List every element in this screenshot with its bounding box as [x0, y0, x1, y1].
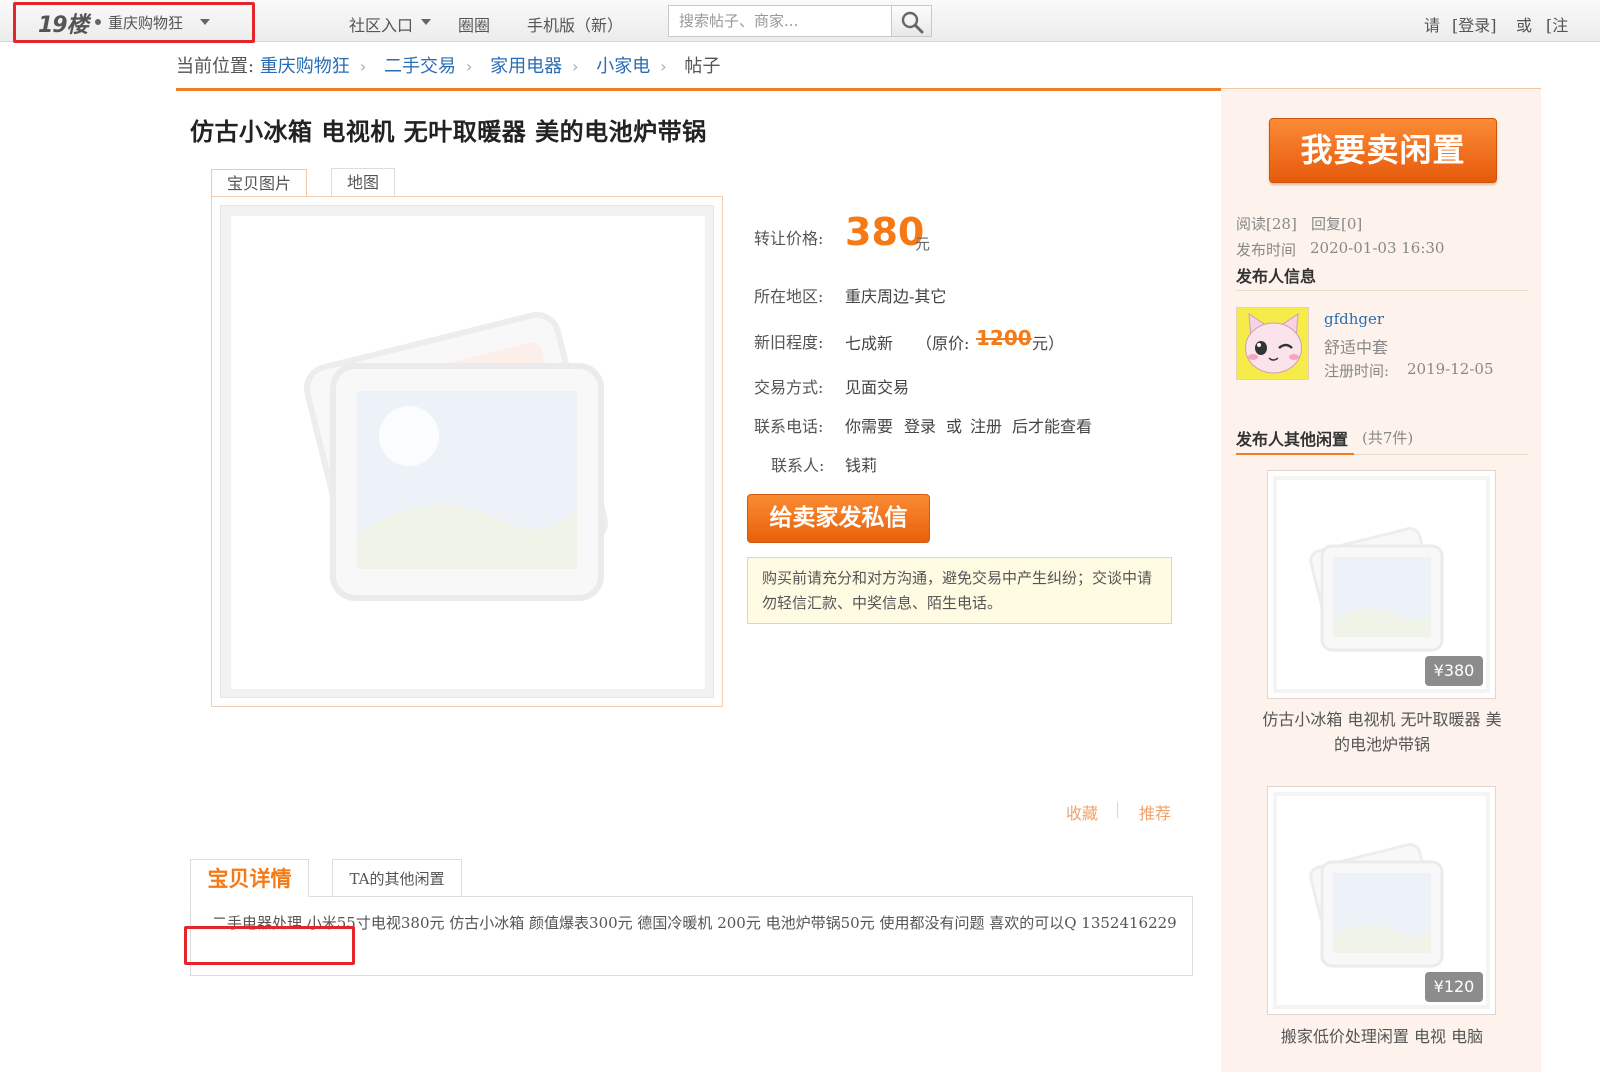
posted-label: 发布时间 — [1236, 241, 1297, 259]
side-item-image[interactable]: ¥380 — [1267, 470, 1496, 699]
phone-register-link[interactable]: 注册 — [970, 413, 1002, 437]
price-unit: 元 — [915, 235, 931, 253]
chevron-right-icon: › — [572, 57, 579, 76]
tab-map[interactable]: 地图 — [331, 168, 395, 196]
top-bar: 19楼 重庆购物狂 社区入口 圈圈 手机版（新） 请 [登录] 或 [注 — [0, 0, 1600, 42]
login-link[interactable]: [登录] — [1452, 12, 1497, 36]
or-text: 或 — [1516, 16, 1533, 35]
nav-mobile[interactable]: 手机版（新） — [527, 12, 623, 36]
chevron-right-icon: › — [359, 57, 367, 76]
other-items-heading: 发布人其他闲置 — [1236, 430, 1349, 449]
price-badge: ¥120 — [1425, 972, 1483, 1002]
chevron-down-icon[interactable] — [200, 19, 210, 25]
main-image[interactable] — [211, 196, 723, 707]
other-items-count: (共7件) — [1362, 429, 1414, 447]
read-count: 阅读[28] — [1236, 215, 1297, 233]
region-value: 重庆周边-其它 — [845, 287, 947, 306]
region-label: 所在地区: — [754, 287, 824, 306]
recommend-link[interactable]: 推荐 — [1139, 800, 1171, 824]
divider — [1236, 290, 1528, 291]
post-title: 仿古小冰箱 电视机 无叶取暖器 美的电池炉带锅 — [190, 118, 707, 146]
search-input[interactable] — [668, 5, 892, 37]
posted-time: 2020-01-03 16:30 — [1310, 239, 1445, 257]
nav-community-entry[interactable]: 社区入口 — [349, 12, 413, 36]
message-seller-button[interactable]: 给卖家发私信 — [747, 494, 930, 543]
original-price-suffix: 元） — [1032, 334, 1065, 353]
search-icon — [901, 11, 924, 34]
trade-label: 交易方式: — [754, 378, 824, 397]
register-date: 2019-12-05 — [1407, 360, 1494, 378]
side-item-image[interactable]: ¥120 — [1267, 786, 1496, 1015]
original-price-value: 1200 — [976, 326, 1032, 350]
side-item-title[interactable]: 仿古小冰箱 电视机 无叶取暖器 美的电池炉带锅 — [1262, 707, 1502, 757]
phone-label: 联系电话: — [754, 417, 824, 436]
original-price-prefix: （原价: — [916, 334, 970, 353]
divider-accent — [1236, 453, 1354, 455]
price-label: 转让价格: — [754, 229, 824, 248]
phone-suffix: 后才能查看 — [1012, 417, 1093, 436]
action-divider — [1117, 802, 1118, 818]
breadcrumb-item-small-appliances[interactable]: 小家电 — [596, 56, 650, 77]
user-level: 舒适中套 — [1324, 338, 1389, 357]
safety-tip: 购买前请充分和对方沟通，避免交易中产生纠纷；交谈中请勿轻信汇款、中奖信息、陌生电… — [747, 557, 1172, 624]
contact-label: 联系人: — [771, 456, 825, 475]
contact-value: 钱莉 — [845, 456, 878, 475]
price-badge: ¥380 — [1425, 656, 1483, 686]
username-link[interactable]: gfdhger — [1324, 310, 1384, 328]
price-value: 380 — [845, 210, 925, 254]
nav-circles[interactable]: 圈圈 — [458, 12, 490, 36]
header-divider — [176, 88, 1221, 91]
breadcrumb: 当前位置: 重庆购物狂 › 二手交易 › 家用电器 › 小家电 › 帖子 — [176, 52, 720, 78]
detail-description: 二手电器处理 小米55寸电视380元 仿古小冰箱 颜值爆表300元 德国冷暖机 … — [212, 914, 1177, 932]
site-logo[interactable]: 19楼 — [38, 7, 89, 39]
breadcrumb-label: 当前位置: — [176, 56, 255, 77]
tab-other-items[interactable]: TA的其他闲置 — [332, 859, 462, 897]
login-prefix: 请 — [1424, 16, 1441, 35]
chevron-down-icon[interactable] — [421, 19, 431, 25]
register-label: 注册时间: — [1324, 362, 1390, 380]
trade-value: 见面交易 — [845, 378, 910, 397]
chevron-right-icon: › — [465, 57, 473, 76]
phone-or-text: 或 — [946, 417, 963, 436]
condition-label: 新旧程度: — [754, 333, 824, 352]
avatar[interactable] — [1236, 307, 1309, 380]
favorite-link[interactable]: 收藏 — [1066, 800, 1098, 824]
detail-panel — [190, 896, 1193, 976]
breadcrumb-item-secondhand[interactable]: 二手交易 — [384, 56, 456, 77]
condition-value: 七成新 — [845, 334, 894, 353]
phone-login-link[interactable]: 登录 — [904, 413, 936, 437]
community-switcher[interactable]: 重庆购物狂 — [108, 12, 183, 33]
cat-avatar-icon — [1237, 308, 1308, 379]
publisher-heading: 发布人信息 — [1236, 267, 1317, 286]
logo-separator-dot — [95, 19, 101, 25]
breadcrumb-item-appliances[interactable]: 家用电器 — [490, 56, 562, 77]
breadcrumb-item-community[interactable]: 重庆购物狂 — [260, 56, 350, 77]
tab-item-details[interactable]: 宝贝详情 — [190, 859, 309, 897]
tab-photos[interactable]: 宝贝图片 — [211, 169, 307, 197]
chevron-right-icon: › — [660, 57, 667, 76]
register-link[interactable]: [注 — [1546, 12, 1568, 36]
phone-prompt: 你需要 — [845, 417, 894, 436]
search-button[interactable] — [891, 5, 932, 37]
sell-idle-button[interactable]: 我要卖闲置 — [1269, 118, 1497, 183]
breadcrumb-current: 帖子 — [684, 56, 721, 77]
side-item-title[interactable]: 搬家低价处理闲置 电视 电脑 — [1262, 1024, 1502, 1049]
image-placeholder-icon — [303, 311, 608, 601]
reply-count: 回复[0] — [1311, 215, 1363, 233]
